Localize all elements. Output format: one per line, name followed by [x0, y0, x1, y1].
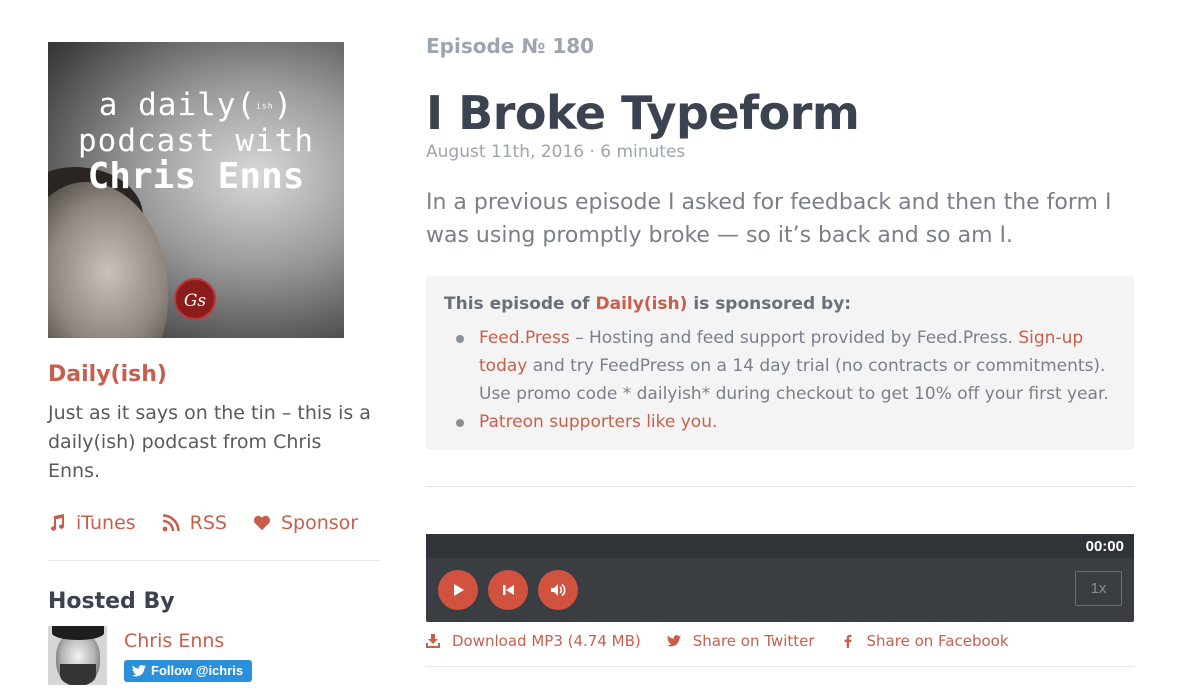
sponsor-list: Feed.Press – Hosting and feed support pr…: [444, 324, 1116, 436]
download-mp3-link[interactable]: Download MP3 (4.74 MB): [426, 632, 641, 650]
cover-line3: Chris Enns: [87, 155, 305, 197]
sidebar: a daily(ish) podcast with Chris Enns Gs …: [48, 42, 379, 694]
feedpress-link[interactable]: Feed.Press: [479, 328, 570, 348]
rewind-button[interactable]: [488, 570, 528, 610]
sidebar-divider: [48, 560, 379, 561]
rss-link[interactable]: RSS: [162, 512, 227, 534]
host-avatar: [48, 626, 107, 685]
episode-number: Episode № 180: [426, 34, 595, 58]
sponsor-item-feedpress: Feed.Press – Hosting and feed support pr…: [444, 324, 1116, 408]
share-twitter-label: Share on Twitter: [692, 632, 815, 650]
host-card: Chris Enns Follow @ichris: [48, 626, 379, 685]
episode-meta: August 11th, 2016 · 6 minutes: [426, 142, 686, 162]
volume-icon: [551, 583, 566, 597]
show-description: Just as it says on the tin – this is a d…: [48, 402, 371, 482]
play-button[interactable]: [438, 570, 478, 610]
progress-bar[interactable]: 00:00: [426, 534, 1134, 558]
twitter-bird-icon: [132, 664, 146, 676]
cover-line1: a daily(: [98, 87, 257, 123]
share-facebook-label: Share on Facebook: [866, 632, 1009, 650]
episode-summary: In a previous episode I asked for feedba…: [426, 190, 1112, 248]
episode-title: I Broke Typeform: [426, 86, 860, 140]
download-icon: [426, 634, 440, 648]
skip-back-icon: [503, 585, 514, 595]
hosted-by-title: Hosted By: [48, 589, 175, 614]
sponsor-box: This episode of Daily(ish) is sponsored …: [426, 276, 1134, 450]
twitter-icon: [666, 635, 681, 647]
show-title[interactable]: Daily(ish): [48, 362, 379, 387]
cover-title: a daily(ish) podcast with Chris Enns: [48, 88, 344, 194]
download-label: Download MP3 (4.74 MB): [452, 632, 641, 650]
footer-divider: [426, 666, 1134, 667]
cover-logo-badge: Gs: [174, 278, 216, 320]
sponsor-label: Sponsor: [281, 512, 359, 534]
share-twitter-link[interactable]: Share on Twitter: [666, 632, 815, 650]
episode-main: Episode № 180 I Broke Typeform August 11…: [426, 34, 1134, 667]
show-links: iTunes RSS Sponsor: [48, 512, 379, 534]
audio-player: 00:00 1x: [426, 534, 1134, 622]
host-name-link[interactable]: Chris Enns: [124, 630, 252, 652]
sponsor-item-patreon: Patreon supporters like you.: [444, 408, 1116, 436]
player-time: 00:00: [1085, 538, 1124, 555]
facebook-icon: [844, 634, 852, 648]
itunes-label: iTunes: [76, 512, 136, 534]
volume-button[interactable]: [538, 570, 578, 610]
sponsor-heading: This episode of Daily(ish) is sponsored …: [444, 294, 852, 314]
share-facebook-link[interactable]: Share on Facebook: [841, 632, 1009, 650]
sponsor-link[interactable]: Sponsor: [253, 512, 358, 534]
cover-line1-end: ): [273, 87, 294, 123]
episode-actions: Download MP3 (4.74 MB) Share on Twitter …: [426, 632, 1134, 650]
playback-speed-button[interactable]: 1x: [1075, 571, 1122, 606]
follow-label: Follow @ichris: [151, 663, 244, 678]
cover-ish: ish: [256, 101, 274, 111]
cover-portrait: [48, 182, 168, 338]
twitter-follow-button[interactable]: Follow @ichris: [124, 660, 253, 682]
itunes-link[interactable]: iTunes: [48, 512, 136, 534]
rss-label: RSS: [189, 512, 227, 534]
cover-line2: podcast with: [78, 122, 314, 159]
podcast-cover-art[interactable]: a daily(ish) podcast with Chris Enns Gs: [48, 42, 344, 338]
rss-icon: [162, 514, 180, 532]
heart-icon: [253, 515, 271, 531]
sponsor-show-link[interactable]: Daily(ish): [596, 294, 688, 314]
music-note-icon: [51, 514, 65, 531]
play-icon: [454, 584, 464, 596]
patreon-link[interactable]: Patreon supporters like you.: [479, 412, 717, 432]
content-divider: [426, 486, 1134, 487]
